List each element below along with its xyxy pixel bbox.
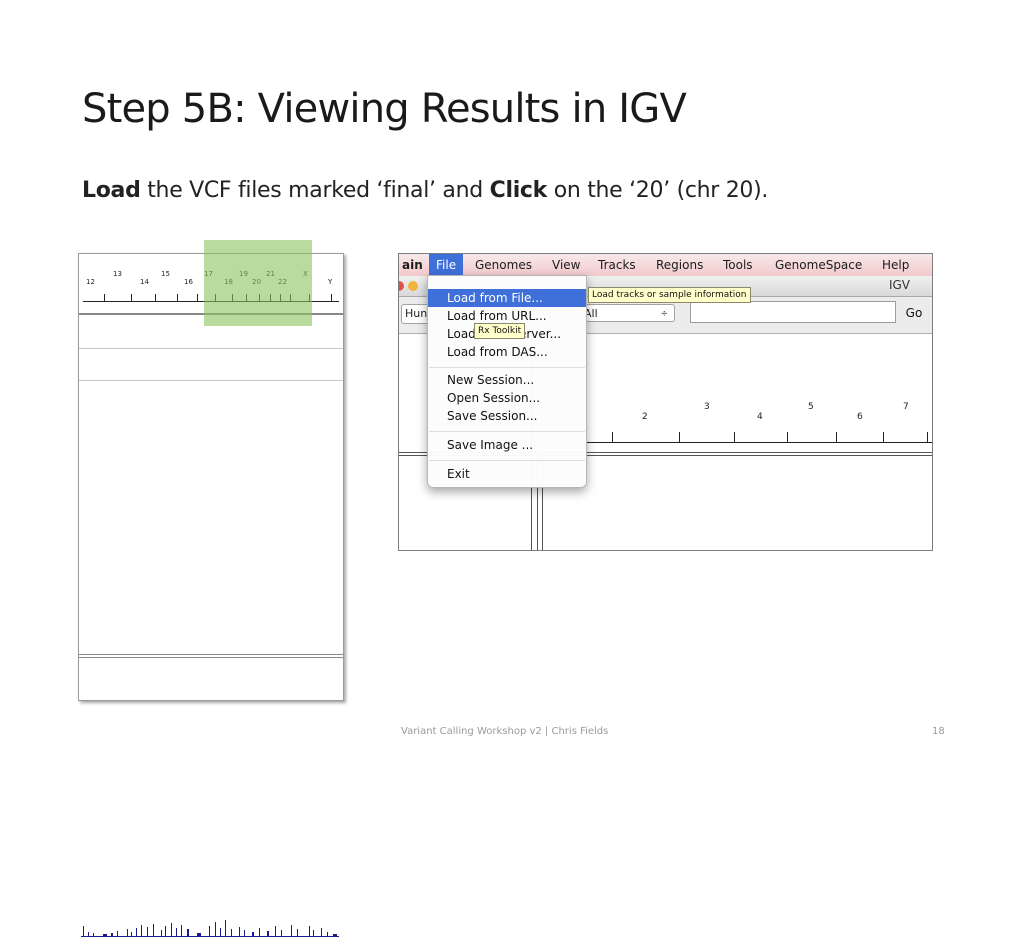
ruler-tick xyxy=(177,294,178,302)
menu-new-session[interactable]: New Session... xyxy=(428,371,586,389)
coverage-track xyxy=(81,920,339,937)
menu-load-from-file[interactable]: Load from File... xyxy=(428,289,586,307)
menu-item-regions[interactable]: Regions xyxy=(656,254,703,276)
file-menu-dropdown: Load from File... Load from URL... Load … xyxy=(427,275,587,488)
ruler-number[interactable]: 2 xyxy=(642,412,648,422)
panel-separator xyxy=(79,657,343,658)
minimize-window-icon[interactable] xyxy=(408,281,418,291)
chromosome-label-16[interactable]: 16 xyxy=(184,278,193,286)
ruler-number[interactable]: 5 xyxy=(808,402,814,412)
ruler-number[interactable]: 7 xyxy=(903,402,909,412)
instruction-load-word: Load xyxy=(82,178,141,203)
load-file-tooltip: Load tracks or sample information xyxy=(588,287,751,303)
panel-separator xyxy=(79,654,343,655)
ruler-number[interactable]: 6 xyxy=(857,412,863,422)
menu-item-view[interactable]: View xyxy=(552,254,580,276)
ruler-tick xyxy=(927,432,928,442)
menu-open-session[interactable]: Open Session... xyxy=(428,389,586,407)
window-title: IGV xyxy=(888,278,910,292)
locus-search-input[interactable] xyxy=(690,301,896,323)
menu-divider xyxy=(429,431,585,432)
menu-item-tools[interactable]: Tools xyxy=(723,254,753,276)
chromosome-label-14[interactable]: 14 xyxy=(140,278,149,286)
menu-bar: ain File Genomes View Tracks Regions Too… xyxy=(399,254,932,277)
ruler-tick xyxy=(104,294,105,302)
instruction-part-1: the VCF files marked ‘final’ and xyxy=(140,178,490,203)
ruler-tick xyxy=(883,432,884,442)
ruler-tick xyxy=(787,432,788,442)
menu-item-genomespace[interactable]: GenomeSpace xyxy=(775,254,862,276)
ruler-number[interactable]: 4 xyxy=(757,412,763,422)
slide-title: Step 5B: Viewing Results in IGV xyxy=(82,86,687,132)
coverage-baseline xyxy=(81,936,339,937)
chromosome-20-highlight xyxy=(204,240,312,326)
chromosome-label-15[interactable]: 15 xyxy=(161,270,170,278)
ruler-tick xyxy=(197,294,198,302)
instruction-text: Load the VCF files marked ‘final’ and Cl… xyxy=(82,178,768,203)
ruler-tick xyxy=(836,432,837,442)
coverage-histogram xyxy=(81,920,337,936)
ruler-tick xyxy=(612,432,613,442)
instruction-click-word: Click xyxy=(489,178,548,203)
menu-item-genomes[interactable]: Genomes xyxy=(475,254,532,276)
menu-item-tracks[interactable]: Tracks xyxy=(598,254,636,276)
ruler-line xyxy=(584,442,932,443)
ruler-tick xyxy=(331,294,332,302)
chromosome-label-y[interactable]: Y xyxy=(328,278,332,286)
track-divider xyxy=(79,348,343,349)
menu-item-main[interactable]: ain xyxy=(399,254,426,276)
menu-item-help[interactable]: Help xyxy=(882,254,909,276)
track-divider xyxy=(79,380,343,381)
menu-load-from-das[interactable]: Load from DAS... xyxy=(428,343,586,361)
menu-divider xyxy=(429,460,585,461)
chromosome-label-13[interactable]: 13 xyxy=(113,270,122,278)
menu-divider xyxy=(429,367,585,368)
close-window-icon[interactable] xyxy=(399,281,404,291)
go-button[interactable]: Go xyxy=(899,303,929,323)
ruler-tick xyxy=(679,432,680,442)
menu-save-image[interactable]: Save Image ... xyxy=(428,436,586,454)
menu-item-file[interactable]: File xyxy=(429,254,464,276)
chromosome-label-12[interactable]: 12 xyxy=(86,278,95,286)
instruction-part-2: on the ‘20’ (chr 20). xyxy=(547,178,769,203)
page-number: 18 xyxy=(932,726,945,737)
ruler-tick xyxy=(734,432,735,442)
menu-exit[interactable]: Exit xyxy=(428,465,586,483)
updown-arrows-icon: ÷ xyxy=(660,309,668,319)
ruler-number[interactable]: 3 xyxy=(704,402,710,412)
menu-save-session[interactable]: Save Session... xyxy=(428,407,586,425)
ruler-tick xyxy=(155,294,156,302)
rx-toolkit-tooltip: Rx Toolkit xyxy=(474,323,526,339)
ruler-tick xyxy=(131,294,132,302)
slide-footer: Variant Calling Workshop v2 | Chris Fiel… xyxy=(401,726,609,737)
